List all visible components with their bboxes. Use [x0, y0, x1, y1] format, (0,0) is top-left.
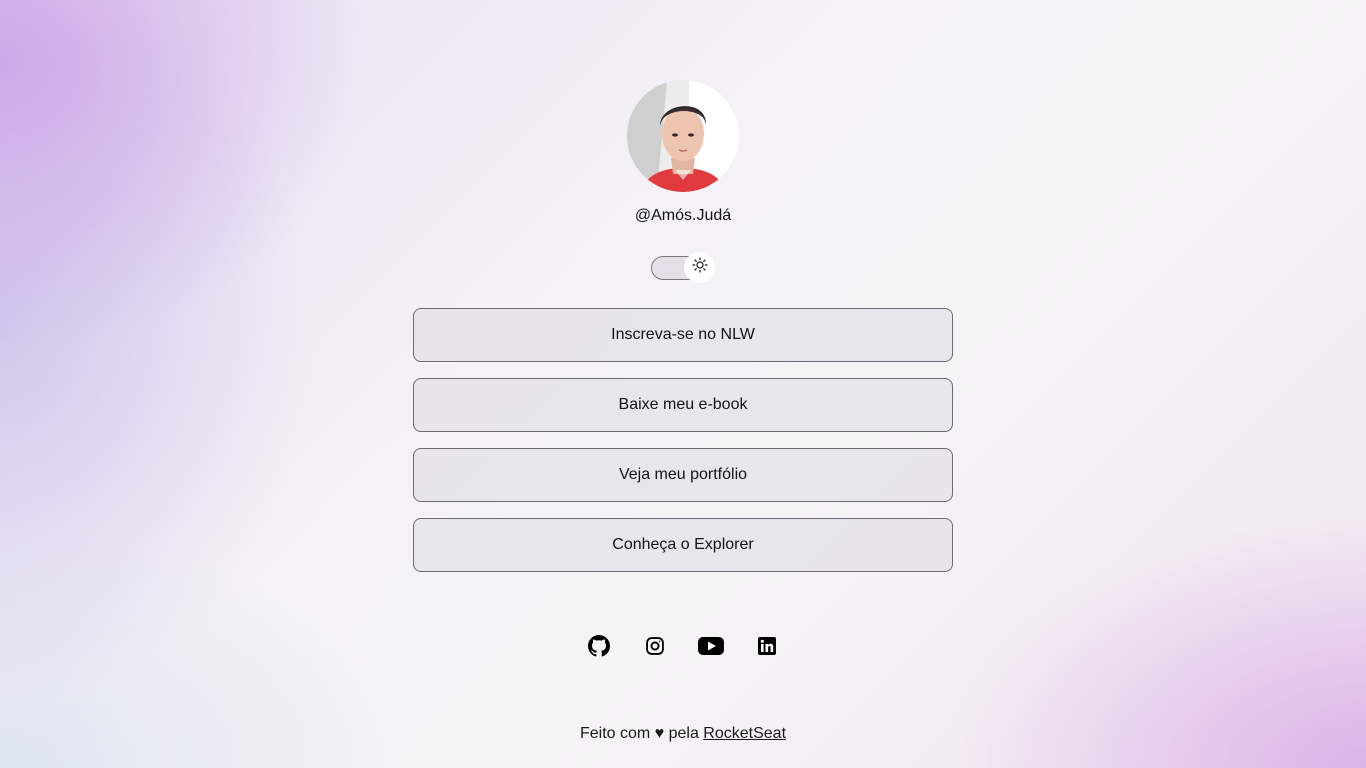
github-link[interactable]	[583, 632, 615, 664]
rocketseat-link[interactable]: RocketSeat	[703, 725, 786, 742]
youtube-link[interactable]	[695, 632, 727, 664]
theme-switch[interactable]	[651, 252, 715, 283]
link-button-explorer[interactable]: Conheça o Explorer	[413, 518, 953, 572]
youtube-icon	[698, 636, 724, 661]
profile-page: @Amós.Judá Inscreva-se no NLW Baixe meu …	[0, 0, 1366, 768]
linkedin-link[interactable]	[751, 632, 783, 664]
link-button-nlw[interactable]: Inscreva-se no NLW	[413, 308, 953, 362]
footer-text: Feito com ♥ pela	[579, 725, 704, 742]
link-list: Inscreva-se no NLW Baixe meu e-book Veja…	[413, 308, 953, 588]
avatar-photo	[627, 80, 739, 192]
instagram-link[interactable]	[639, 632, 671, 664]
avatar	[627, 80, 739, 192]
footer: Feito com ♥ pela RocketSeat	[383, 724, 983, 744]
sun-icon	[691, 257, 708, 278]
username: @Amós.Judá	[634, 207, 732, 224]
social-links	[583, 632, 783, 664]
theme-switch-knob[interactable]	[684, 252, 715, 283]
linkedin-icon	[758, 636, 776, 660]
link-button-ebook[interactable]: Baixe meu e-book	[413, 378, 953, 432]
instagram-icon	[645, 636, 665, 661]
github-icon	[588, 634, 610, 662]
link-button-portfolio[interactable]: Veja meu portfólio	[413, 448, 953, 502]
